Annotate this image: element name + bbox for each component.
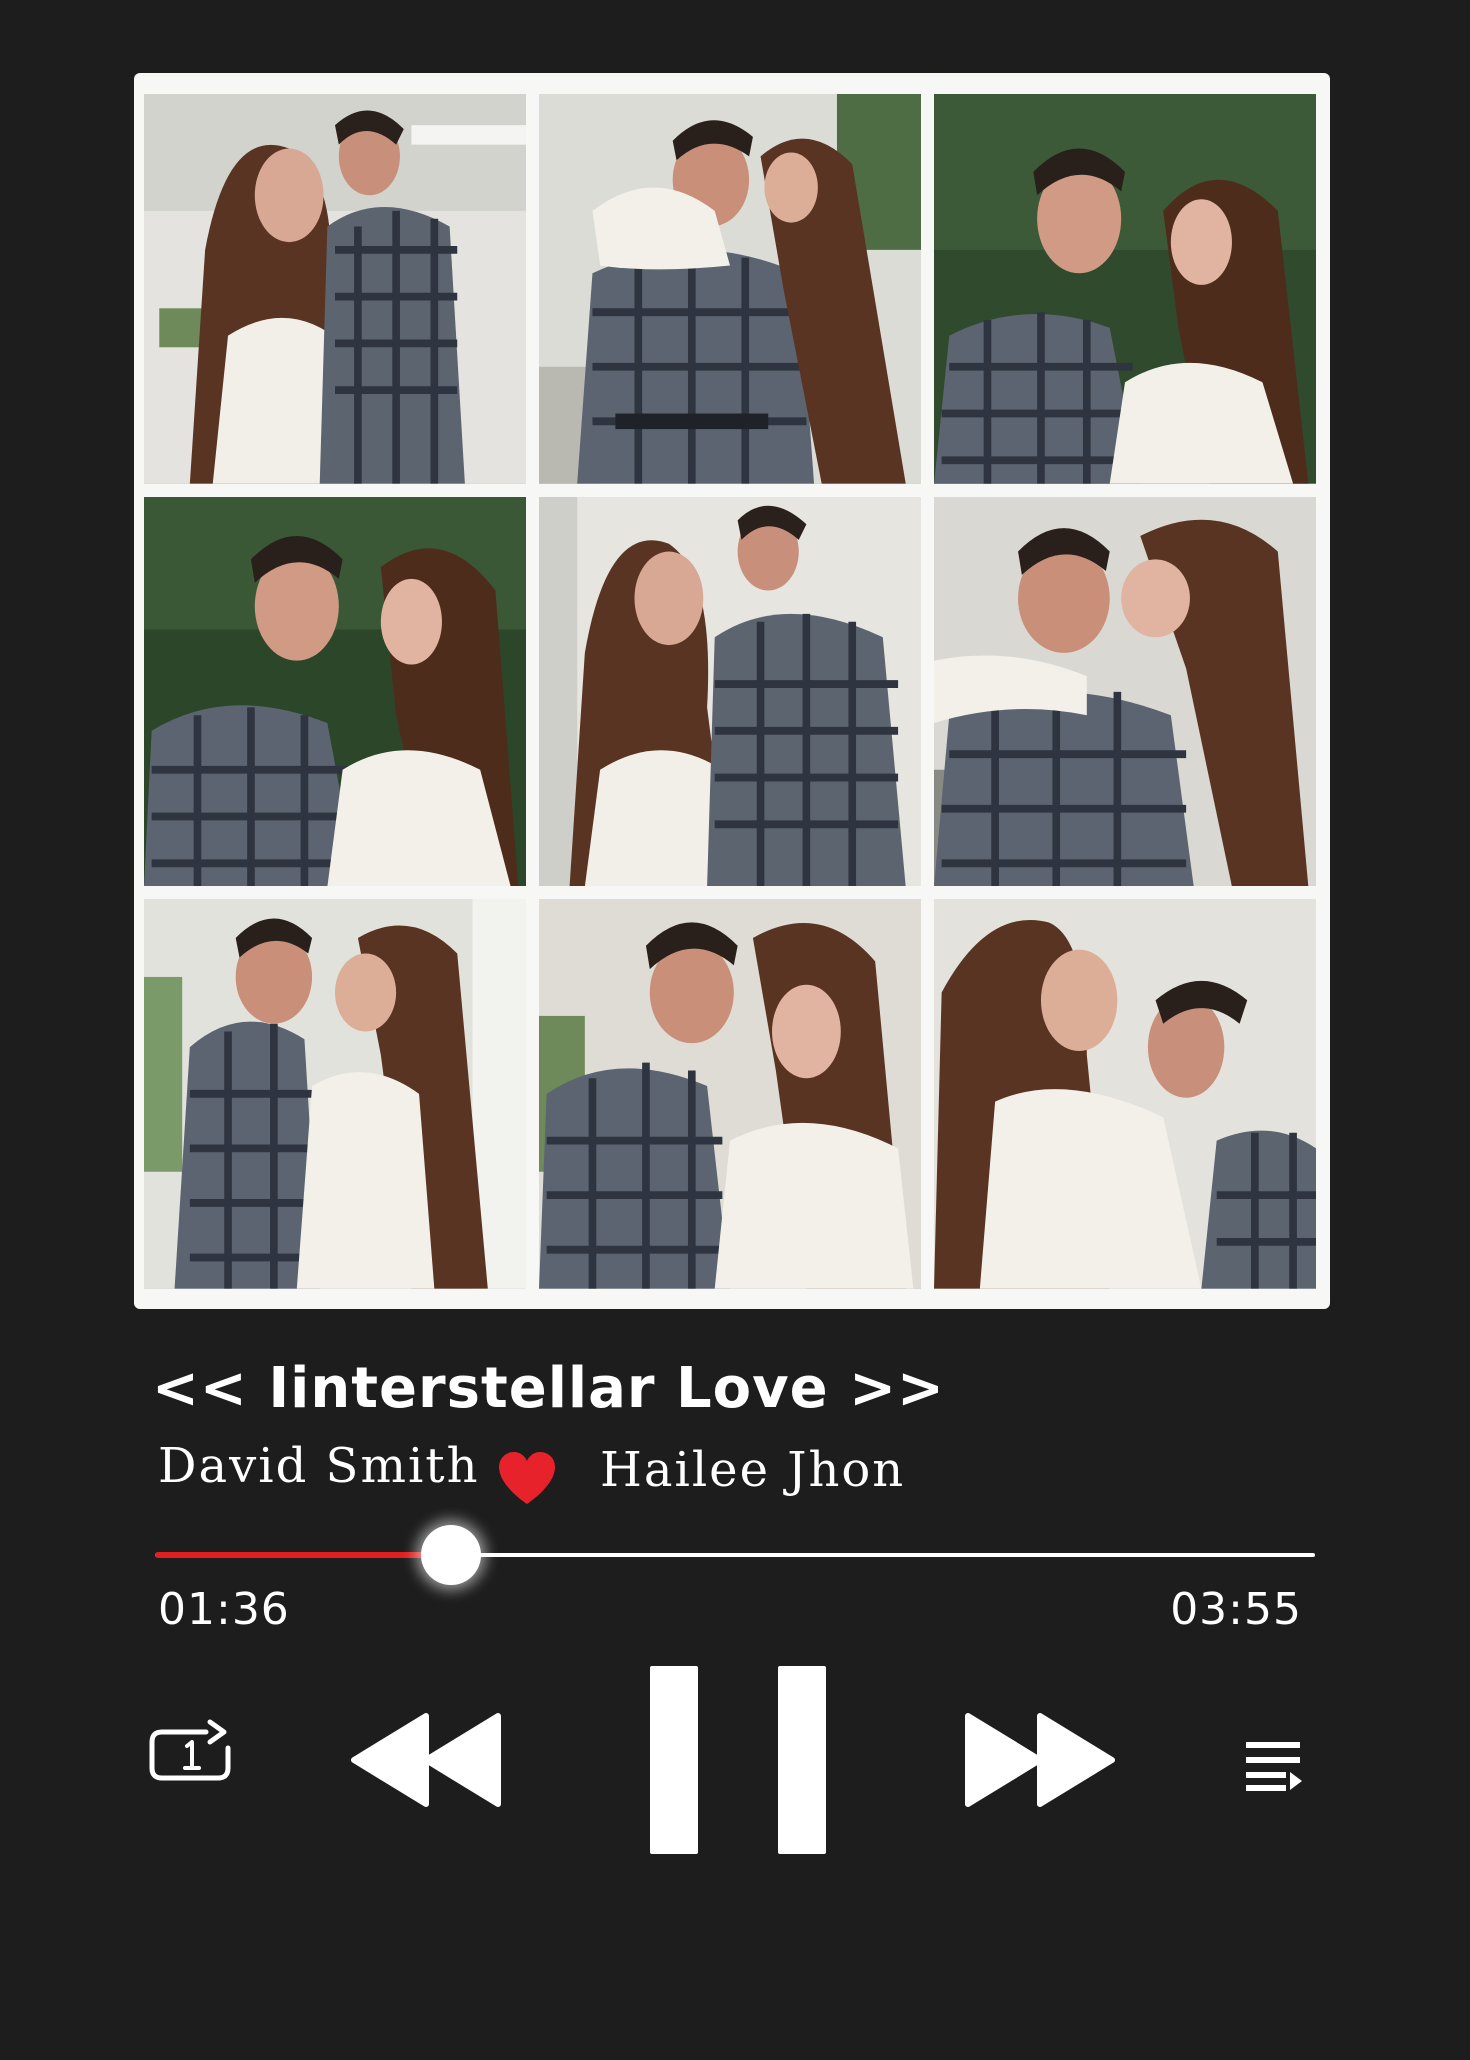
queue-button[interactable] bbox=[1244, 1740, 1302, 1792]
total-time: 03:55 bbox=[1170, 1584, 1302, 1635]
couple-photo-4 bbox=[144, 496, 526, 887]
next-button[interactable] bbox=[962, 1710, 1116, 1810]
progress-bar[interactable] bbox=[155, 1525, 1315, 1585]
rewind-icon bbox=[351, 1713, 501, 1807]
song-title: << Iinterstellar Love >> bbox=[152, 1356, 945, 1421]
couple-photo-8 bbox=[539, 899, 921, 1289]
current-time: 01:36 bbox=[158, 1584, 290, 1635]
progress-played bbox=[155, 1552, 451, 1558]
couple-photo-6 bbox=[934, 496, 1316, 887]
photo-collage bbox=[134, 73, 1330, 1309]
progress-knob[interactable] bbox=[420, 1525, 481, 1585]
heart-icon bbox=[499, 1452, 555, 1504]
pause-button[interactable] bbox=[648, 1666, 828, 1854]
couple-photo-5 bbox=[539, 496, 921, 887]
previous-button[interactable] bbox=[350, 1710, 504, 1810]
fast-forward-icon bbox=[965, 1713, 1115, 1807]
pause-icon bbox=[650, 1666, 826, 1854]
photo-grid bbox=[144, 94, 1316, 1289]
playlist-icon bbox=[1246, 1742, 1302, 1791]
artist-row: David Smith Hailee Jhon bbox=[158, 1438, 1318, 1518]
couple-photo-3 bbox=[934, 94, 1316, 484]
couple-photo-2 bbox=[539, 94, 921, 484]
couple-photo-7 bbox=[144, 899, 526, 1289]
artist-name-left: David Smith bbox=[158, 1438, 480, 1494]
music-player-card: << Iinterstellar Love >> David Smith Hai… bbox=[0, 0, 1470, 2060]
couple-photo-9 bbox=[934, 899, 1316, 1289]
couple-photo-1 bbox=[144, 94, 526, 484]
artist-name-right: Hailee Jhon bbox=[600, 1442, 906, 1498]
repeat-one-button[interactable] bbox=[148, 1718, 234, 1786]
repeat-one-icon bbox=[149, 1719, 231, 1781]
